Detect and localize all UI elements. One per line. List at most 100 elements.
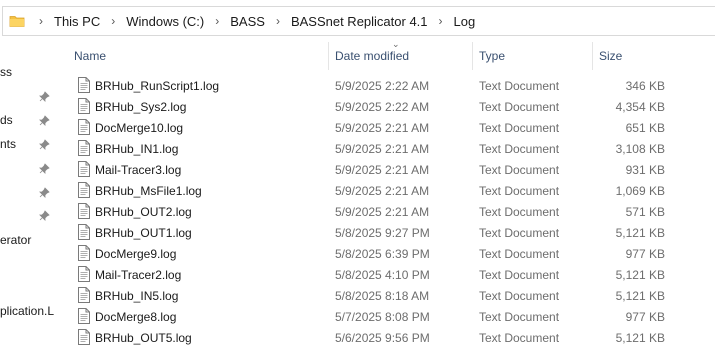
file-row[interactable]: DocMerge9.log 5/8/2025 6:39 PM Text Docume… [62,243,715,264]
file-size: 977 KB [625,246,665,261]
column-header-date-modified[interactable]: Date modified [335,42,409,70]
folder-icon [9,16,25,27]
file-row[interactable]: Mail-Tracer3.log 5/9/2025 2:21 AM Text Doc… [62,159,715,180]
file-size: 5,121 KB [615,267,665,282]
file-row[interactable]: BRHub_Sys2.log 5/9/2025 2:22 AM Text Docum… [62,96,715,117]
text-document-icon [78,119,90,135]
file-type: Text Document [479,267,560,282]
breadcrumb-bassnet-replicator[interactable]: BASSnet Replicator 4.1 [288,14,431,29]
breadcrumb: › This PC › Windows (C:) › BASS › BASSne… [31,7,478,35]
pin-icon [39,187,50,198]
file-size: 931 KB [625,162,665,177]
file-date-modified: 5/9/2025 2:21 AM [335,204,430,219]
text-document-icon [78,224,90,240]
chevron-right-icon[interactable]: › [268,14,288,28]
nav-item-label[interactable]: nts [0,137,16,151]
file-name: BRHub_MsFile1.log [95,183,202,198]
file-row[interactable]: BRHub_OUT1.log 5/8/2025 9:27 PM Text Docum… [62,222,715,243]
chevron-right-icon[interactable]: › [103,14,123,28]
text-document-icon [78,203,90,219]
breadcrumb-bar[interactable]: › This PC › Windows (C:) › BASS › BASSne… [2,6,715,36]
file-type: Text Document [479,246,560,261]
pin-icon [39,115,50,126]
column-header-type[interactable]: Type [479,42,505,70]
file-date-modified: 5/8/2025 9:27 PM [335,225,430,240]
column-header-size[interactable]: Size [599,42,622,70]
file-size: 571 KB [625,204,665,219]
breadcrumb-log[interactable]: Log [451,14,479,29]
column-divider[interactable] [592,42,593,70]
file-row[interactable]: BRHub_OUT2.log 5/9/2025 2:21 AM Text Docum… [62,201,715,222]
file-name: BRHub_OUT2.log [95,204,192,219]
text-document-icon [78,182,90,198]
file-name: Mail-Tracer3.log [95,162,182,177]
file-type: Text Document [479,183,560,198]
file-name: DocMerge8.log [95,309,177,324]
file-row[interactable]: DocMerge10.log 5/9/2025 2:21 AM Text Docum… [62,117,715,138]
file-size: 4,354 KB [615,99,665,114]
text-document-icon [78,266,90,282]
file-row[interactable]: BRHub_MsFile1.log 5/9/2025 2:21 AM Text Do… [62,180,715,201]
column-header-name[interactable]: Name [74,42,106,70]
file-row[interactable]: BRHub_IN5.log 5/8/2025 8:18 AM Text Docume… [62,285,715,306]
pin-icon [39,210,50,221]
file-date-modified: 5/9/2025 2:21 AM [335,141,430,156]
file-type: Text Document [479,99,560,114]
column-divider[interactable] [328,42,329,70]
file-row[interactable]: DocMerge8.log 5/7/2025 8:08 PM Text Docume… [62,306,715,327]
text-document-icon [78,140,90,156]
file-type: Text Document [479,204,560,219]
address-bar: › This PC › Windows (C:) › BASS › BASSne… [0,0,715,42]
file-size: 346 KB [625,78,665,93]
file-type: Text Document [479,309,560,324]
text-document-icon [78,245,90,261]
file-date-modified: 5/9/2025 2:21 AM [335,183,430,198]
file-size: 5,121 KB [615,288,665,303]
pin-icon [39,139,50,150]
file-type: Text Document [479,162,560,177]
file-type: Text Document [479,288,560,303]
file-name: BRHub_IN5.log [95,288,179,303]
text-document-icon [78,308,90,324]
breadcrumb-bass[interactable]: BASS [227,14,268,29]
nav-item-label[interactable]: plication.L [0,304,54,318]
file-row[interactable]: Mail-Tracer2.log 5/8/2025 4:10 PM Text Doc… [62,264,715,285]
file-size: 5,121 KB [615,225,665,240]
file-date-modified: 5/9/2025 2:21 AM [335,120,430,135]
file-date-modified: 5/9/2025 2:21 AM [335,162,430,177]
chevron-right-icon[interactable]: › [207,14,227,28]
nav-item-label[interactable]: ds [0,113,13,127]
file-name: Mail-Tracer2.log [95,267,182,282]
chevron-right-icon[interactable]: › [31,14,51,28]
breadcrumb-windows-c[interactable]: Windows (C:) [123,14,207,29]
breadcrumb-this-pc[interactable]: This PC [51,14,103,29]
file-size: 3,108 KB [615,141,665,156]
column-divider[interactable] [472,42,473,70]
file-date-modified: 5/9/2025 2:22 AM [335,78,430,93]
file-date-modified: 5/7/2025 8:08 PM [335,309,430,324]
file-size: 977 KB [625,309,665,324]
file-name: BRHub_Sys2.log [95,99,187,114]
text-document-icon [78,98,90,114]
file-name: BRHub_RunScript1.log [95,78,220,93]
pin-icon [39,91,50,102]
file-name: DocMerge9.log [95,246,177,261]
nav-item-label[interactable]: erator [0,233,31,247]
file-row[interactable]: BRHub_RunScript1.log 5/9/2025 2:22 AM Text… [62,75,715,96]
chevron-right-icon[interactable]: › [431,14,451,28]
file-type: Text Document [479,78,560,93]
text-document-icon [78,77,90,93]
nav-item-label[interactable]: ss [0,65,12,79]
file-type: Text Document [479,225,560,240]
file-name: DocMerge10.log [95,120,184,135]
file-name: BRHub_IN1.log [95,141,179,156]
file-date-modified: 5/8/2025 8:18 AM [335,288,430,303]
file-row[interactable]: BRHub_IN1.log 5/9/2025 2:21 AM Text Docume… [62,138,715,159]
column-header-row: Name ⌄ Date modified Type Size [62,39,715,70]
navigation-pane: ss ds nts erator plication.L [0,42,62,345]
file-type: Text Document [479,141,560,156]
file-size: 651 KB [625,120,665,135]
text-document-icon [78,161,90,177]
file-date-modified: 5/8/2025 6:39 PM [335,246,430,261]
text-document-icon [78,329,90,345]
